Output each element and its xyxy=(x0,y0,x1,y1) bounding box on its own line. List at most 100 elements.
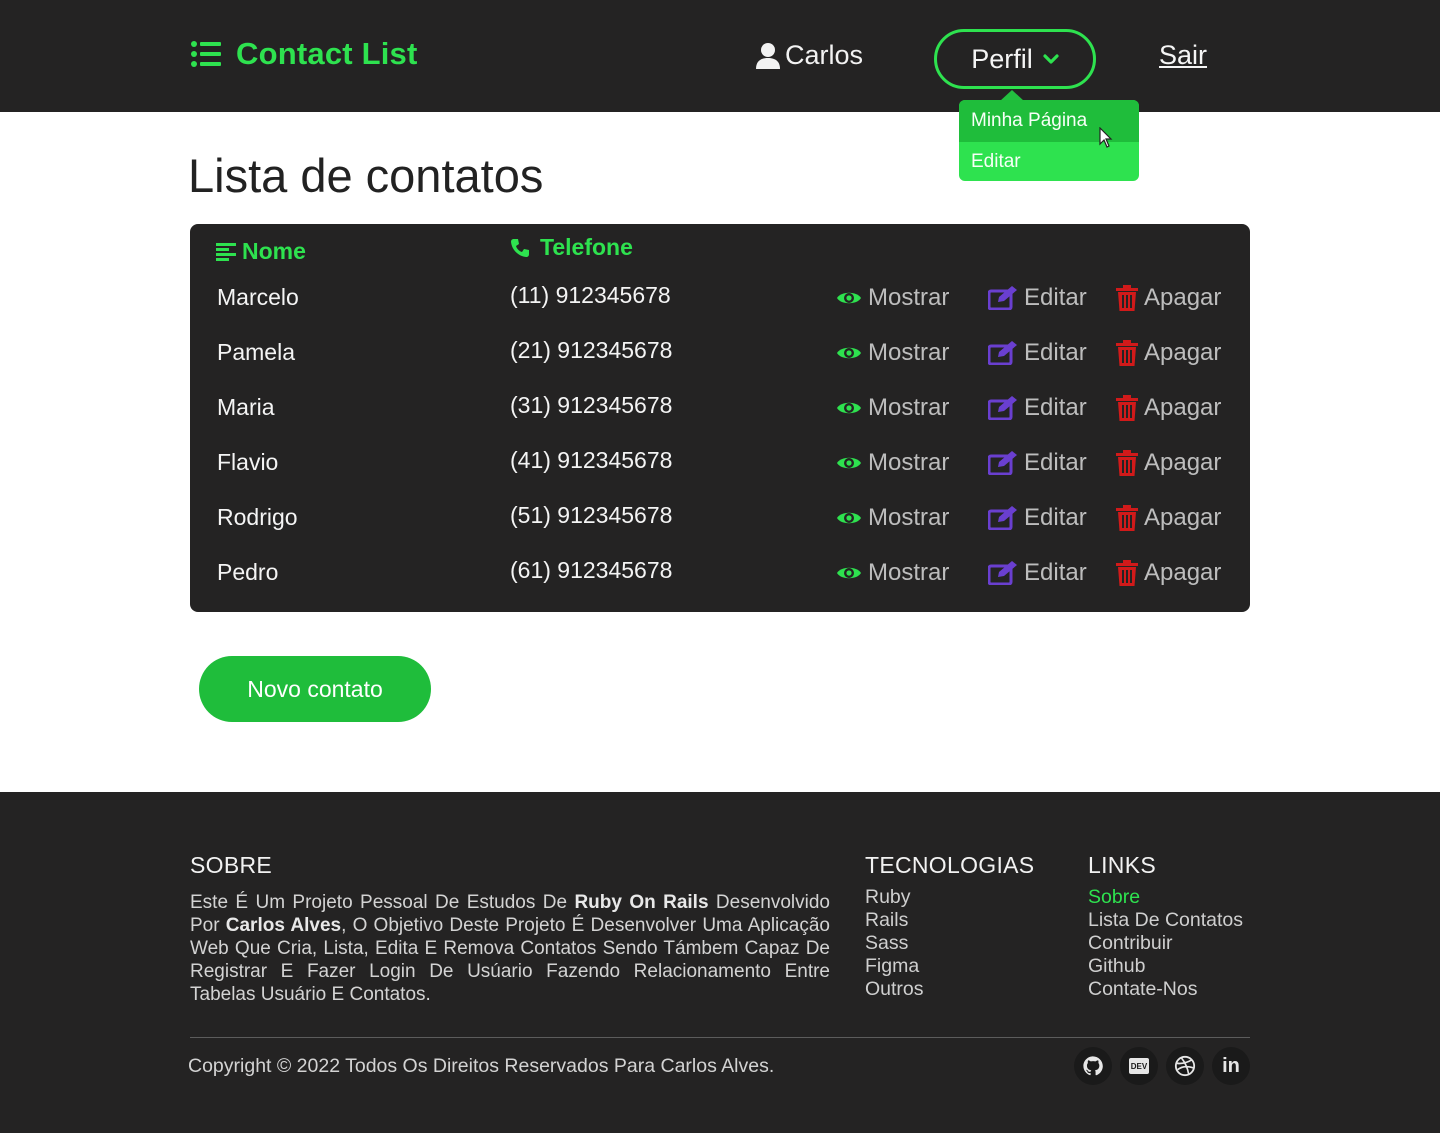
delete-contact-button[interactable]: Apagar xyxy=(1116,559,1221,587)
edit-label: Editar xyxy=(1024,449,1087,476)
mouse-cursor-icon xyxy=(1099,127,1113,148)
eye-icon xyxy=(837,457,861,469)
show-label: Mostrar xyxy=(868,559,950,586)
column-header-name: Nome xyxy=(216,238,306,265)
linkedin-link[interactable]: in xyxy=(1212,1047,1250,1085)
edit-icon xyxy=(988,286,1017,310)
delete-contact-button[interactable]: Apagar xyxy=(1116,394,1221,422)
edit-label: Editar xyxy=(1024,504,1087,531)
edit-icon xyxy=(988,341,1017,365)
profile-dropdown-button[interactable]: Perfil xyxy=(934,29,1096,89)
edit-icon xyxy=(988,451,1017,475)
github-icon xyxy=(1083,1056,1103,1076)
delete-label: Apagar xyxy=(1144,339,1222,366)
github-link[interactable] xyxy=(1074,1047,1112,1085)
profile-button-label: Perfil xyxy=(971,43,1033,74)
show-contact-button[interactable]: Mostrar xyxy=(836,449,949,477)
brand-title: Contact List xyxy=(236,36,418,71)
show-label: Mostrar xyxy=(868,394,950,421)
edit-label: Editar xyxy=(1024,339,1087,366)
edit-contact-button[interactable]: Editar xyxy=(988,559,1087,587)
edit-icon xyxy=(988,506,1017,530)
current-user: Carlos xyxy=(755,40,863,71)
delete-label: Apagar xyxy=(1144,504,1222,531)
show-contact-button[interactable]: Mostrar xyxy=(836,504,949,532)
eye-icon xyxy=(837,512,861,524)
edit-icon xyxy=(988,561,1017,585)
footer-technologies-list: Ruby Rails Sass Figma Outros xyxy=(865,886,924,1001)
dev-icon: DEV xyxy=(1129,1058,1149,1074)
delete-contact-button[interactable]: Apagar xyxy=(1116,504,1221,532)
contact-phone: (21) 912345678 xyxy=(510,337,673,363)
edit-icon xyxy=(988,396,1017,420)
edit-label: Editar xyxy=(1024,394,1087,421)
show-contact-button[interactable]: Mostrar xyxy=(836,284,949,312)
dribbble-link[interactable] xyxy=(1166,1047,1204,1085)
show-label: Mostrar xyxy=(868,449,950,476)
show-contact-button[interactable]: Mostrar xyxy=(836,394,949,422)
table-row: Maria (31) 912345678 Mostrar Editar Apagar xyxy=(190,392,1250,449)
footer-link[interactable]: Sobre xyxy=(1088,886,1243,909)
delete-contact-button[interactable]: Apagar xyxy=(1116,449,1221,477)
contact-name: Maria xyxy=(217,394,275,420)
logout-link[interactable]: Sair xyxy=(1159,40,1207,71)
edit-label: Editar xyxy=(1024,559,1087,586)
top-navbar: Contact List Carlos Perfil Sair xyxy=(0,0,1440,112)
show-contact-button[interactable]: Mostrar xyxy=(836,339,949,367)
trash-icon xyxy=(1116,560,1138,586)
eye-icon xyxy=(837,292,861,304)
edit-contact-button[interactable]: Editar xyxy=(988,339,1087,367)
contact-phone: (61) 912345678 xyxy=(510,557,673,583)
table-row: Marcelo (11) 912345678 Mostrar Editar Apagar xyxy=(190,282,1250,339)
contact-phone: (31) 912345678 xyxy=(510,392,673,418)
column-header-name-label: Nome xyxy=(242,238,306,264)
new-contact-button[interactable]: Novo contato xyxy=(199,656,431,722)
user-name: Carlos xyxy=(785,40,864,70)
edit-contact-button[interactable]: Editar xyxy=(988,284,1087,312)
footer-links-list: Sobre Lista De Contatos Contribuir Github Co… xyxy=(1088,886,1243,1001)
edit-contact-button[interactable]: Editar xyxy=(988,449,1087,477)
dev-link[interactable]: DEV xyxy=(1120,1047,1158,1085)
show-label: Mostrar xyxy=(868,339,950,366)
contact-phone: (11) 912345678 xyxy=(510,282,671,308)
eye-icon xyxy=(837,347,861,359)
show-label: Mostrar xyxy=(868,504,950,531)
delete-label: Apagar xyxy=(1144,559,1222,586)
contact-phone: (41) 912345678 xyxy=(510,447,673,473)
footer-link[interactable]: Lista De Contatos xyxy=(1088,909,1243,932)
footer-about-text: Este É Um Projeto Pessoal De Estudos De … xyxy=(190,892,830,1005)
footer-link[interactable]: Contribuir xyxy=(1088,932,1243,955)
trash-icon xyxy=(1116,340,1138,366)
footer-technology-item: Outros xyxy=(865,978,924,1000)
contact-name: Rodrigo xyxy=(217,504,298,530)
footer-technologies-heading: TECNOLOGIAS xyxy=(865,852,1035,878)
chevron-down-icon xyxy=(1043,54,1059,64)
trash-icon xyxy=(1116,505,1138,531)
show-label: Mostrar xyxy=(868,284,950,311)
edit-label: Editar xyxy=(1024,284,1087,311)
contacts-table: Nome Telefone Marcelo (11) 912345678 Mostr… xyxy=(190,224,1250,612)
footer-technology-item: Rails xyxy=(865,909,909,931)
phone-icon xyxy=(511,238,529,257)
delete-label: Apagar xyxy=(1144,449,1222,476)
brand-link[interactable]: Contact List xyxy=(190,36,418,72)
show-contact-button[interactable]: Mostrar xyxy=(836,559,949,587)
footer-link[interactable]: Contate-Nos xyxy=(1088,978,1243,1001)
contact-name: Pedro xyxy=(217,559,279,585)
column-header-phone: Telefone xyxy=(510,234,633,261)
footer-divider xyxy=(190,1037,1250,1038)
footer-technology-item: Ruby xyxy=(865,886,911,908)
footer: SOBRE Este É Um Projeto Pessoal De Estud… xyxy=(0,792,1440,1133)
edit-contact-button[interactable]: Editar xyxy=(988,504,1087,532)
footer-technology-item: Figma xyxy=(865,955,920,977)
linkedin-icon: in xyxy=(1222,1054,1240,1077)
edit-contact-button[interactable]: Editar xyxy=(988,394,1087,422)
delete-contact-button[interactable]: Apagar xyxy=(1116,284,1221,312)
table-row: Pedro (61) 912345678 Mostrar Editar Apagar xyxy=(190,557,1250,614)
table-row: Flavio (41) 912345678 Mostrar Editar Apagar xyxy=(190,447,1250,504)
delete-contact-button[interactable]: Apagar xyxy=(1116,339,1221,367)
list-icon xyxy=(191,41,221,67)
table-row: Rodrigo (51) 912345678 Mostrar Editar Apagar xyxy=(190,502,1250,559)
eye-icon xyxy=(837,567,861,579)
footer-link[interactable]: Github xyxy=(1088,955,1243,978)
